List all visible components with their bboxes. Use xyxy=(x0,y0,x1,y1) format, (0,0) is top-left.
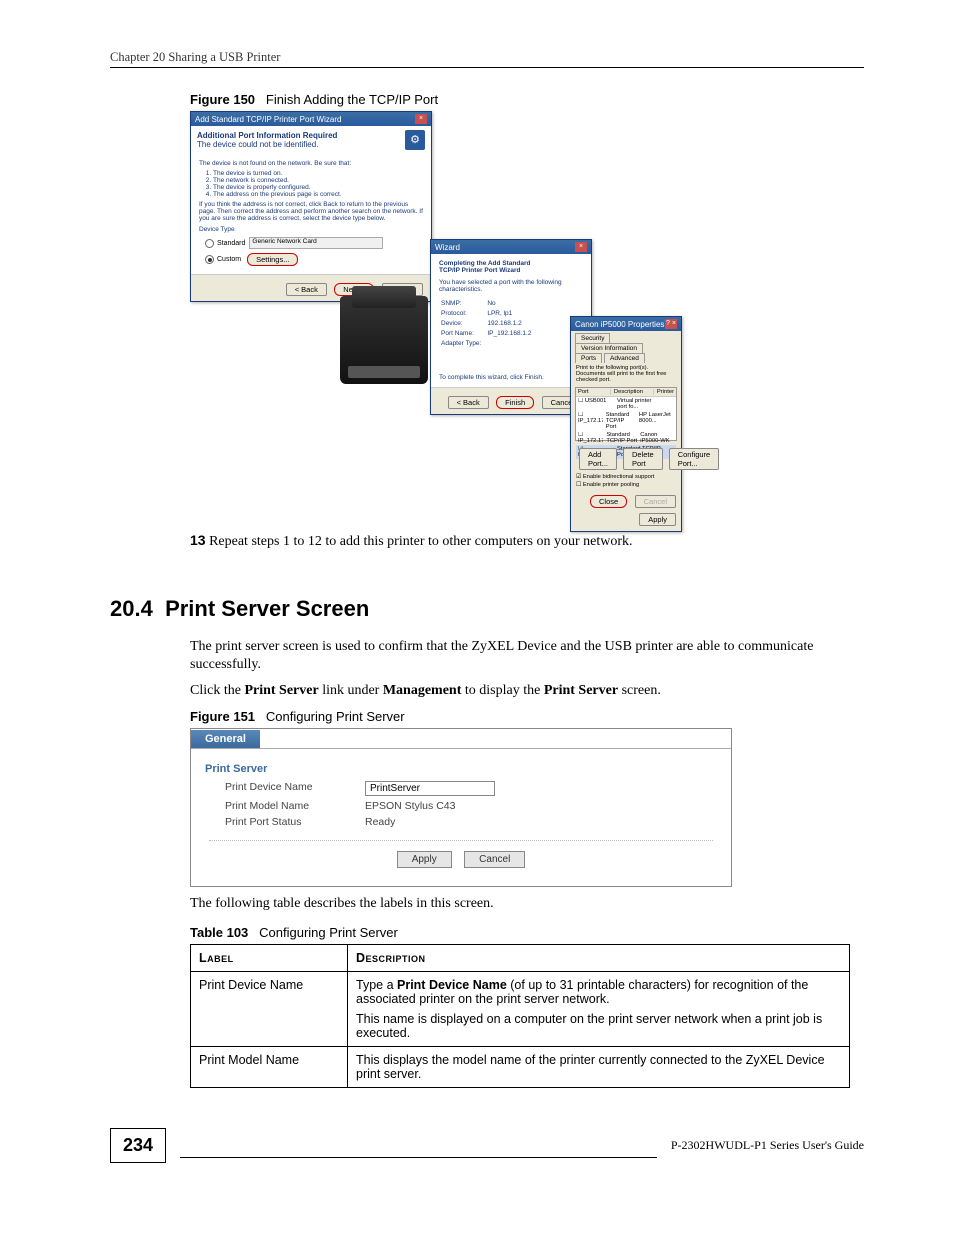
configure-port-button[interactable]: Configure Port... xyxy=(669,448,720,470)
standard-field: Generic Network Card xyxy=(249,237,383,249)
completing-wizard-dialog: Wizard × Completing the Add Standard TCP… xyxy=(430,239,592,415)
delete-port-button[interactable]: Delete Port xyxy=(623,448,663,470)
print-port-status-label: Print Port Status xyxy=(225,816,365,828)
dialog-c-titlebar: Canon iP5000 Properties ? × xyxy=(571,317,681,331)
figure-150-image: Add Standard TCP/IP Printer Port Wizard … xyxy=(190,111,864,526)
add-port-wizard-dialog: Add Standard TCP/IP Printer Port Wizard … xyxy=(190,111,432,302)
figure-150-label: Figure 150 xyxy=(190,92,255,107)
tab-security[interactable]: Security xyxy=(575,333,610,343)
section-heading: 20.4 Print Server Screen xyxy=(110,596,864,622)
print-port-status-value: Ready xyxy=(365,816,395,828)
dialog-a-titlebar: Add Standard TCP/IP Printer Port Wizard … xyxy=(191,112,431,126)
th-description: Description xyxy=(348,944,850,971)
table-intro: The following table describes the labels… xyxy=(190,895,864,913)
print-device-name-label: Print Device Name xyxy=(225,781,365,796)
page-footer: 234 P-2302HWUDL-P1 Series User's Guide xyxy=(110,1128,864,1163)
finish-button[interactable]: Finish xyxy=(496,396,534,409)
r1-desc: Type a Print Device Name (of up to 31 pr… xyxy=(348,971,850,1046)
table-103: Label Description Print Device Name Type… xyxy=(190,944,850,1088)
tab-ports[interactable]: Ports xyxy=(575,353,602,363)
back-button[interactable]: < Back xyxy=(286,283,327,296)
pool-checkbox[interactable]: ☐ Enable printer pooling xyxy=(571,481,681,489)
ports-list[interactable]: Port Description Printer ☐ USB001Virtual… xyxy=(575,387,677,441)
tab-version[interactable]: Version Information xyxy=(575,343,643,353)
figure-151-caption: Figure 151 Configuring Print Server xyxy=(190,709,864,724)
port-icon: ⚙ xyxy=(405,130,425,150)
standard-radio[interactable]: Standard Generic Network Card xyxy=(205,237,423,249)
figure-151-image: General Print Server Print Device Name P… xyxy=(190,728,732,887)
settings-button[interactable]: Settings... xyxy=(247,253,298,266)
close-button[interactable]: Close xyxy=(590,495,627,508)
bidir-checkbox[interactable]: ☑ Enable bidirectional support xyxy=(571,473,681,481)
add-port-button[interactable]: Add Port... xyxy=(579,448,617,470)
r2-label: Print Model Name xyxy=(191,1046,348,1087)
custom-radio[interactable]: Custom Settings... xyxy=(205,253,423,266)
tab-general[interactable]: General xyxy=(191,730,260,748)
close-icon[interactable]: × xyxy=(415,114,427,124)
print-model-name-value: EPSON Stylus C43 xyxy=(365,800,455,812)
section-para-1: The print server screen is used to confi… xyxy=(190,638,864,674)
printer-properties-dialog: Canon iP5000 Properties ? × Security Ver… xyxy=(570,316,682,532)
back-button[interactable]: < Back xyxy=(448,396,489,409)
section-para-2: Click the Print Server link under Manage… xyxy=(190,682,864,700)
dialog-b-titlebar: Wizard × xyxy=(431,240,591,254)
th-label: Label xyxy=(191,944,348,971)
apply-button[interactable]: Apply xyxy=(397,851,452,868)
print-device-name-input[interactable] xyxy=(365,781,495,796)
tab-advanced[interactable]: Advanced xyxy=(604,353,645,363)
print-model-name-label: Print Model Name xyxy=(225,800,365,812)
printer-illustration xyxy=(340,296,428,384)
page-number: 234 xyxy=(110,1128,166,1163)
chapter-header: Chapter 20 Sharing a USB Printer xyxy=(110,50,864,68)
cancel-button[interactable]: Cancel xyxy=(635,495,676,508)
close-icon[interactable]: × xyxy=(575,242,587,252)
cancel-button[interactable]: Cancel xyxy=(464,851,525,868)
step-13: 13 Repeat steps 1 to 12 to add this prin… xyxy=(190,532,864,550)
close-icon[interactable]: ? × xyxy=(665,319,677,329)
r1-label: Print Device Name xyxy=(191,971,348,1046)
r2-desc: This displays the model name of the prin… xyxy=(348,1046,850,1087)
table-103-caption: Table 103 Configuring Print Server xyxy=(190,925,864,940)
apply-button[interactable]: Apply xyxy=(639,513,676,526)
panel-title: Print Server xyxy=(191,759,731,779)
figure-150-caption: Figure 150 Finish Adding the TCP/IP Port xyxy=(190,92,864,107)
guide-title: P-2302HWUDL-P1 Series User's Guide xyxy=(671,1138,864,1153)
